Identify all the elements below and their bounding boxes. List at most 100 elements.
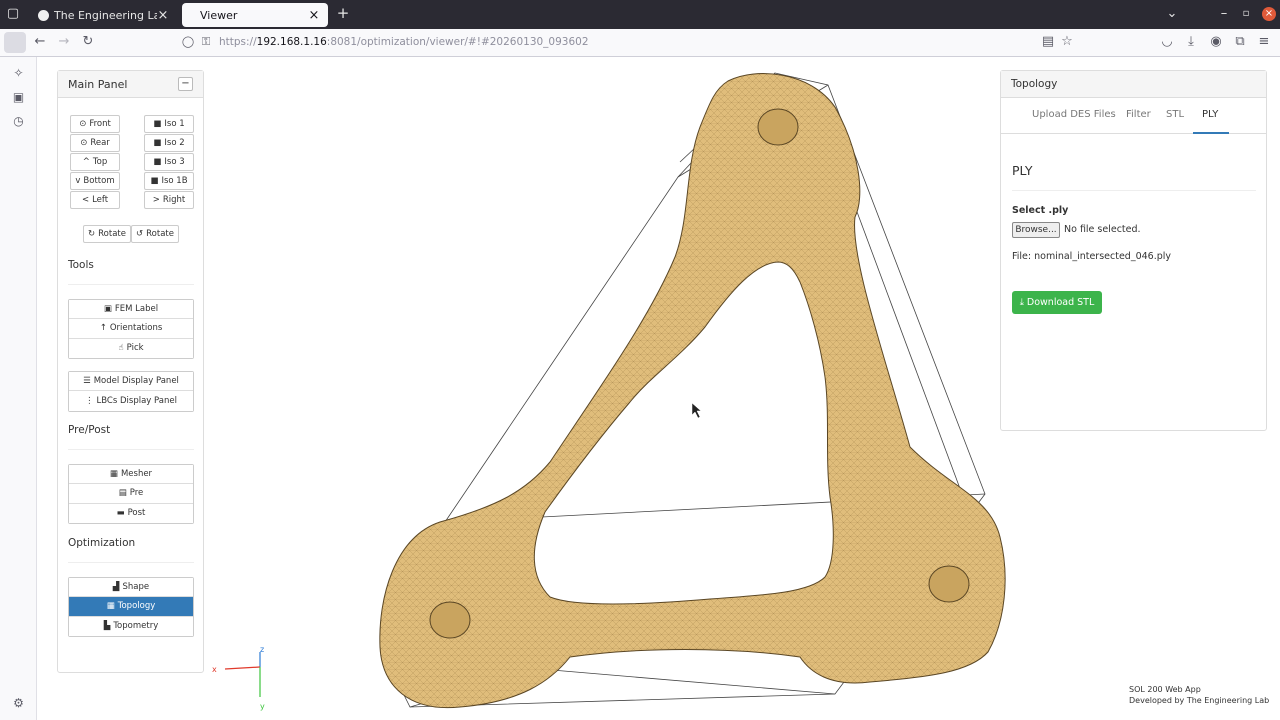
menu-icon[interactable]: ≡ [1256,34,1272,49]
chevron-up-icon: ^ [82,157,90,167]
circle-icon: ⊙ [79,119,87,129]
optimization-group: ▟ Shape ▦ Topology ▙ Topometry [68,577,194,637]
view-iso2-button[interactable]: ■ Iso 2 [144,134,194,152]
pre-button[interactable]: ▤ Pre [69,484,193,504]
lbcs-display-panel-button[interactable]: ⋮ LBCs Display Panel [69,391,193,411]
topometry-button[interactable]: ▙ Topometry [69,616,193,636]
view-right-button[interactable]: > Right [144,191,194,209]
cube-icon: ■ [153,138,162,148]
orientations-button[interactable]: ↑ Orientations [69,319,193,339]
close-icon[interactable]: × [308,8,320,23]
extensions-icon[interactable]: ⧉ [1232,34,1248,49]
pocket-icon[interactable]: ◡ [1159,34,1175,49]
synced-tabs-icon[interactable]: ▣ [11,90,26,104]
pick-button[interactable]: ☝ Pick [69,338,193,358]
view-top-button[interactable]: ^ Top [70,153,120,171]
new-tab-icon[interactable]: + [335,4,351,22]
close-icon[interactable]: × [157,8,169,23]
button-label: Iso 1 [164,119,185,129]
rotate-ccw-button[interactable]: ↺ Rotate [131,225,179,243]
app-name: SOL 200 Web App [1129,685,1201,694]
button-label: Shape [122,582,150,593]
view-iso3-button[interactable]: ■ Iso 3 [144,153,194,171]
minimize-icon[interactable]: – [1216,6,1232,21]
rotate-cw-button[interactable]: ↻ Rotate [83,225,131,243]
back-icon[interactable]: ← [32,34,48,49]
tab-filter[interactable]: Filter [1126,109,1151,120]
browse-button[interactable]: Browse... [1012,222,1060,238]
tab-overview-icon[interactable]: ▢ [5,6,21,21]
tools-section-title: Tools [68,259,94,271]
lock-icon[interactable]: ⚿ [198,35,214,49]
history-icon[interactable]: ◷ [11,114,26,128]
cube-icon: ■ [153,119,162,129]
sidebar-toggle-button[interactable] [4,32,26,53]
tab-upload-des-files[interactable]: Upload DES Files [1032,109,1116,120]
developer-credit: Developed by The Engineering Lab [1129,696,1270,705]
file-icon: ▤ [118,488,127,499]
window-close-icon[interactable]: × [1262,7,1276,21]
bookmark-star-icon[interactable]: ☆ [1059,34,1075,49]
post-button[interactable]: ▬ Post [69,503,193,523]
reader-view-icon[interactable]: ▤ [1040,34,1056,49]
tools-group: ▣ FEM Label ↑ Orientations ☝ Pick [68,299,194,359]
divider [68,562,194,563]
file-name-text: File: nominal_intersected_046.ply [1012,251,1172,262]
monitor-icon: ▬ [116,508,125,519]
view-left-button[interactable]: < Left [70,191,120,209]
axis-y-label: y [260,702,265,711]
axis-x-label: x [212,665,217,674]
settings-gear-icon[interactable]: ⚙ [11,696,26,710]
main-panel-title: Main Panel [68,78,128,91]
divider [68,284,194,285]
axis-triad [224,652,261,697]
reload-icon[interactable]: ↻ [80,34,96,49]
button-label: Model Display Panel [93,376,179,387]
view-rear-button[interactable]: ⊙ Rear [70,134,120,152]
tab-title: The Engineering Lab | Na [54,8,157,22]
button-label: Right [162,195,186,205]
view-iso1b-button[interactable]: ■ Iso 1B [144,172,194,190]
bar-chart-icon: ▙ [103,621,111,632]
topology-tabs: Upload DES Files Filter STL PLY [1001,98,1266,134]
button-label: Download STL [1026,297,1095,308]
shield-icon[interactable]: ◯ [180,35,196,48]
download-icon[interactable]: ⤓ [1183,34,1199,49]
display-group: ☰ Model Display Panel ⋮ LBCs Display Panel [68,371,194,412]
select-ply-label: Select .ply [1012,205,1069,216]
view-iso1-button[interactable]: ■ Iso 1 [144,115,194,133]
ai-chat-icon[interactable]: ✧ [11,66,26,80]
chevron-down-icon: v [75,176,81,186]
topology-panel-header: Topology [1001,71,1266,98]
axis-z-label: z [260,645,265,654]
view-front-button[interactable]: ⊙ Front [70,115,120,133]
chevron-left-icon: < [81,195,90,205]
download-stl-button[interactable]: ⤓ Download STL [1012,291,1102,314]
fem-label-icon: ▣ [103,304,112,315]
list-icon: ☰ [83,376,91,387]
topology-button[interactable]: ▦ Topology [69,597,193,617]
button-label: LBCs Display Panel [96,395,177,406]
mesher-button[interactable]: ▦ Mesher [69,465,193,485]
chevron-right-icon: > [152,195,160,205]
url-bar[interactable]: https://192.168.1.16:8081/optimization/v… [219,36,589,48]
forward-icon[interactable]: → [56,34,72,49]
tab-ply[interactable]: PLY [1202,109,1218,120]
model-display-panel-button[interactable]: ☰ Model Display Panel [69,372,193,392]
account-icon[interactable]: ◉ [1208,34,1224,49]
url-scheme: https:// [219,36,257,48]
tab-engineering-lab[interactable]: The Engineering Lab | Na × [30,3,177,27]
tab-stl[interactable]: STL [1166,109,1184,120]
button-label: Iso 1B [161,176,188,186]
circle-icon: ⊙ [80,138,88,148]
view-bottom-button[interactable]: v Bottom [70,172,120,190]
shape-button[interactable]: ▟ Shape [69,578,193,598]
url-host: 192.168.1.16 [256,36,327,48]
cube-icon: ■ [153,157,162,167]
tab-title: Viewer [200,8,238,22]
minimize-button[interactable]: − [178,77,193,91]
maximize-icon[interactable]: ▫ [1238,8,1254,19]
fem-label-button[interactable]: ▣ FEM Label [69,300,193,320]
tab-viewer[interactable]: Viewer × [182,3,328,27]
chevron-down-icon[interactable]: ⌄ [1164,6,1180,21]
